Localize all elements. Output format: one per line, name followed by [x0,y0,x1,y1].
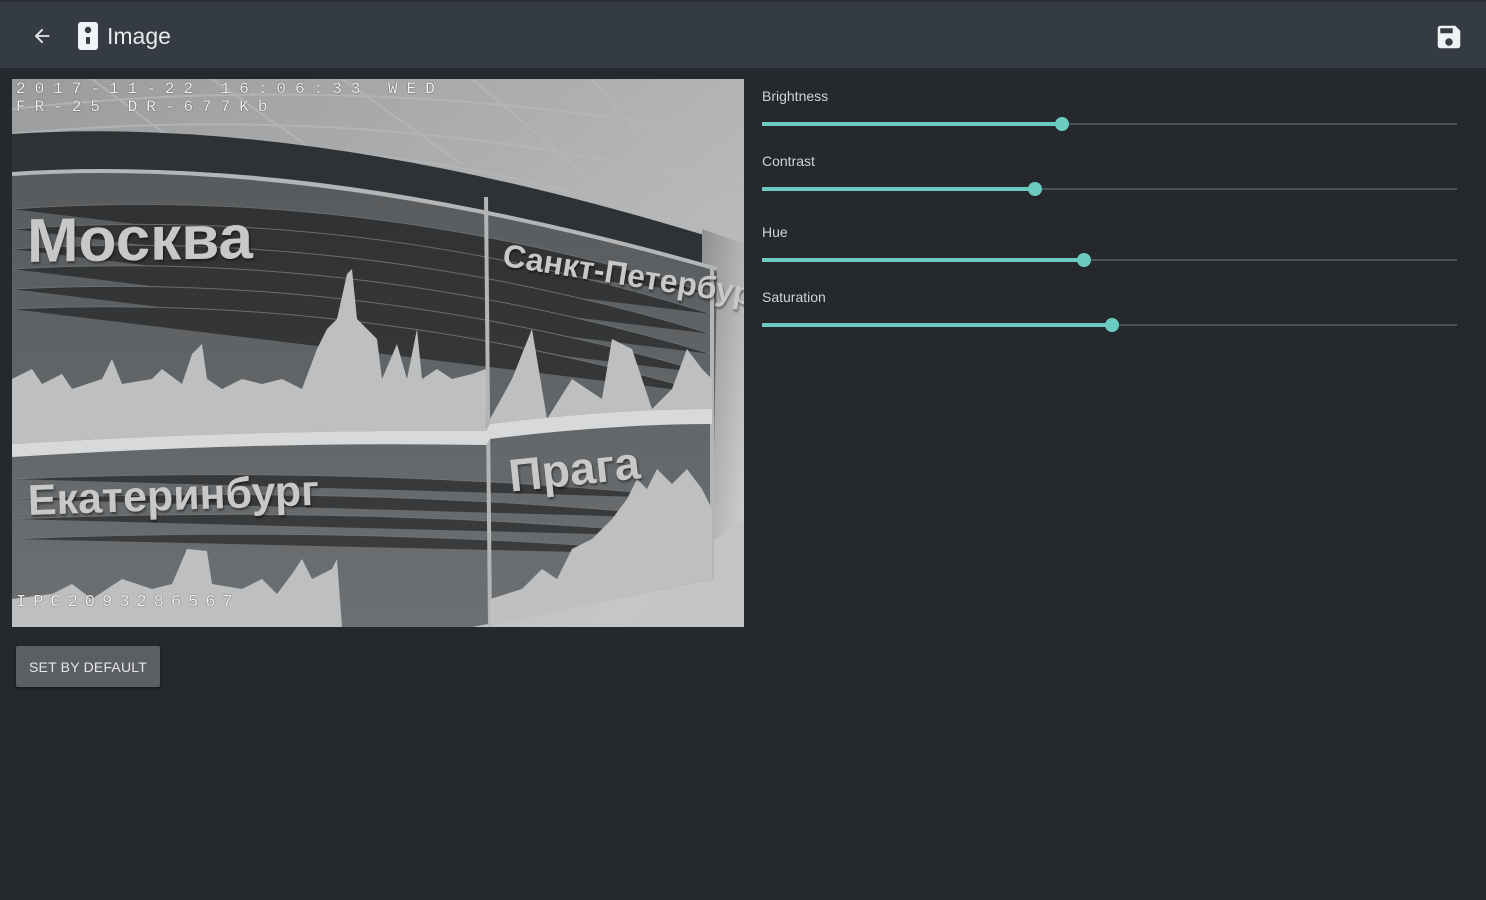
saturation-label: Saturation [762,289,826,305]
slider-thumb[interactable] [1104,318,1119,332]
hue-label: Hue [762,224,788,240]
slider-thumb[interactable] [1028,182,1043,196]
arrow-left-icon [34,28,50,44]
contrast-label: Contrast [762,153,815,169]
camera-device-icon [78,22,98,50]
camera-preview: 2017-11-22 16:06:33 WED FR-25 DR-677Kb М… [12,79,744,627]
brightness-slider[interactable] [762,114,1457,134]
sign-moscow: Москва [27,203,253,276]
osd-stream-info: FR-25 DR-677Kb [16,98,277,116]
set-by-default-button[interactable]: SET BY DEFAULT [16,646,160,687]
contrast-slider[interactable] [762,179,1457,199]
osd-timestamp: 2017-11-22 16:06:33 WED [16,80,444,98]
brightness-label: Brightness [762,88,829,104]
preview-scene [12,79,744,627]
osd-camera-id: IPC2093286567 [16,593,240,612]
slider-fill [762,122,1063,126]
slider-thumb[interactable] [1055,117,1070,131]
slider-thumb[interactable] [1076,253,1091,267]
slider-fill [762,187,1036,191]
app-bar: Image [0,0,1486,68]
page-title: Image [107,23,171,49]
save-button[interactable] [1430,18,1468,56]
floppy-disk-icon [1437,25,1461,49]
sign-yekaterinburg: Екатеринбург [27,466,320,525]
slider-fill [762,323,1112,327]
back-button[interactable] [24,18,60,54]
hue-slider[interactable] [762,250,1457,270]
slider-fill [762,258,1084,262]
saturation-slider[interactable] [762,315,1457,335]
